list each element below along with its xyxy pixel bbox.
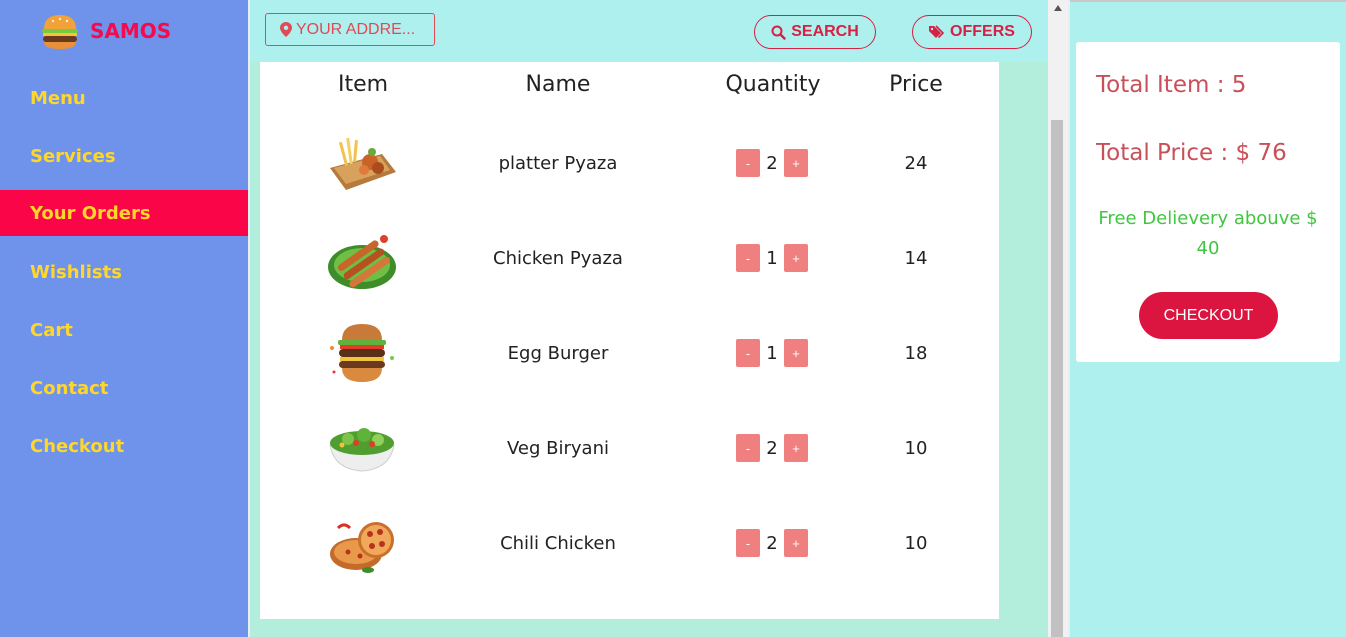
search-button[interactable]: SEARCH — [754, 15, 876, 49]
burger-icon — [42, 15, 78, 49]
vertical-scrollbar[interactable] — [1048, 0, 1068, 637]
quantity-value: 2 — [766, 437, 778, 459]
item-price: 10 — [904, 438, 928, 459]
item-name: Egg Burger — [507, 343, 609, 364]
increase-button[interactable]: + — [784, 529, 808, 557]
increase-button[interactable]: + — [784, 149, 808, 177]
nav-item-contact[interactable]: Contact — [0, 365, 248, 411]
quantity-value: 1 — [766, 342, 778, 364]
nav-item-your-orders[interactable]: Your Orders — [0, 190, 248, 236]
location-pin-icon — [280, 22, 292, 37]
burger-image — [330, 324, 394, 382]
item-price: 10 — [904, 533, 928, 554]
quantity-value: 1 — [766, 247, 778, 269]
increase-button[interactable]: + — [784, 434, 808, 462]
address-label: YOUR ADDRE... — [296, 20, 416, 38]
panel-divider — [1068, 0, 1070, 637]
order-summary-card: Total Item : 5 Total Price : $ 76 Free D… — [1076, 42, 1340, 362]
item-price: 24 — [904, 153, 928, 174]
quantity-stepper: - 1 + — [736, 244, 808, 272]
brand-name: SAMOS — [90, 19, 172, 43]
offers-button[interactable]: OFFERS — [912, 15, 1032, 49]
table-row: Chili Chicken - 2 + 10 — [260, 496, 999, 591]
scroll-up-arrow-icon[interactable] — [1054, 5, 1062, 11]
quantity-stepper: - 2 + — [736, 529, 808, 557]
salad-image — [329, 428, 395, 472]
kebab-image — [328, 235, 396, 289]
tags-icon — [929, 25, 945, 39]
total-items: Total Item : 5 — [1096, 72, 1247, 98]
decrease-button[interactable]: - — [736, 434, 760, 462]
quantity-stepper: - 2 + — [736, 149, 808, 177]
table-row: Chicken Pyaza - 1 + 14 — [260, 211, 999, 306]
search-icon — [771, 25, 786, 40]
item-name: Chicken Pyaza — [493, 248, 623, 269]
item-price: 18 — [904, 343, 928, 364]
decrease-button[interactable]: - — [736, 244, 760, 272]
table-row: Veg Biryani - 2 + 10 — [260, 401, 999, 496]
decrease-button[interactable]: - — [736, 529, 760, 557]
free-delivery-note: Free Delievery abouve $ 40 — [1098, 208, 1318, 259]
header-quantity: Quantity — [725, 72, 821, 97]
nav-item-checkout[interactable]: Checkout — [0, 423, 248, 469]
decrease-button[interactable]: - — [736, 339, 760, 367]
header-price: Price — [889, 72, 943, 97]
quantity-value: 2 — [766, 532, 778, 554]
search-label: SEARCH — [791, 23, 859, 40]
quantity-value: 2 — [766, 152, 778, 174]
sidebar: SAMOS Menu Services Your Orders Wishlist… — [0, 0, 248, 637]
item-name: platter Pyaza — [498, 153, 618, 174]
brand[interactable]: SAMOS — [38, 8, 171, 54]
header-name: Name — [525, 72, 591, 97]
item-name: Chili Chicken — [500, 533, 616, 554]
table-row: platter Pyaza - 2 + 24 — [260, 116, 999, 211]
quantity-stepper: - 1 + — [736, 339, 808, 367]
platter-image — [330, 137, 396, 190]
scrollbar-thumb[interactable] — [1051, 120, 1063, 637]
header-item: Item — [337, 72, 389, 97]
table-row: Egg Burger - 1 + 18 — [260, 306, 999, 401]
quantity-stepper: - 2 + — [736, 434, 808, 462]
address-button[interactable]: YOUR ADDRE... — [265, 13, 435, 46]
increase-button[interactable]: + — [784, 339, 808, 367]
top-bar: YOUR ADDRE... SEARCH OFFERS — [250, 0, 1048, 62]
nav-item-wishlists[interactable]: Wishlists — [0, 249, 248, 295]
nav-item-cart[interactable]: Cart — [0, 307, 248, 353]
decrease-button[interactable]: - — [736, 149, 760, 177]
offers-label: OFFERS — [950, 23, 1015, 40]
pizza-image — [330, 522, 394, 573]
item-name: Veg Biryani — [507, 438, 609, 459]
item-price: 14 — [904, 248, 928, 269]
nav-item-menu[interactable]: Menu — [0, 75, 248, 121]
nav-item-services[interactable]: Services — [0, 133, 248, 179]
checkout-button[interactable]: CHECKOUT — [1139, 292, 1278, 339]
increase-button[interactable]: + — [784, 244, 808, 272]
main-content: YOUR ADDRE... SEARCH OFFERS Item Name Qu… — [250, 0, 1048, 637]
total-price: Total Price : $ 76 — [1096, 140, 1287, 166]
